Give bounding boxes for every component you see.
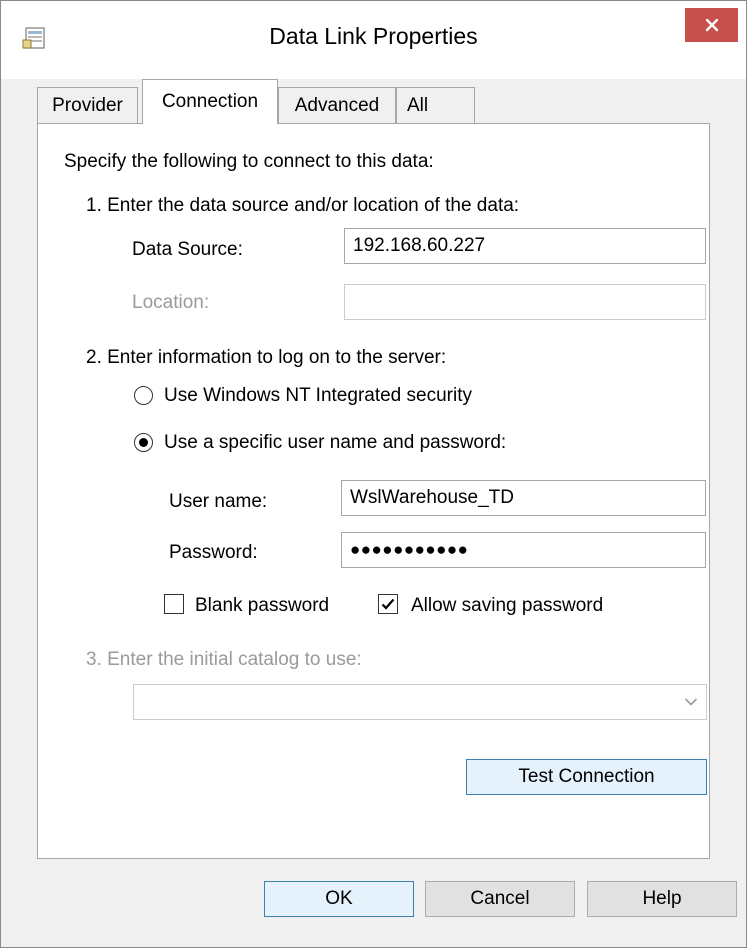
- help-button[interactable]: Help: [587, 881, 737, 917]
- location-label: Location:: [132, 292, 210, 313]
- radio-specific-user-label[interactable]: Use a specific user name and password:: [164, 432, 506, 454]
- allow-saving-password-label[interactable]: Allow saving password: [411, 595, 603, 617]
- tab-all[interactable]: All: [396, 87, 475, 123]
- data-source-label: Data Source:: [132, 239, 243, 260]
- tab-connection[interactable]: Connection: [142, 79, 278, 124]
- dialog-window: Data Link Properties Provider Connection…: [0, 0, 747, 948]
- tab-provider[interactable]: Provider: [37, 87, 138, 123]
- tab-label: All: [407, 95, 429, 116]
- ok-button[interactable]: OK: [264, 881, 414, 917]
- cancel-button[interactable]: Cancel: [425, 881, 575, 917]
- title-bar: Data Link Properties: [1, 1, 746, 79]
- radio-specific-user[interactable]: [134, 433, 153, 452]
- window-title: Data Link Properties: [269, 23, 478, 49]
- data-source-input[interactable]: 192.168.60.227: [344, 228, 706, 264]
- password-input[interactable]: ●●●●●●●●●●●: [341, 532, 706, 568]
- blank-password-checkbox[interactable]: [164, 594, 184, 614]
- chevron-down-icon: [684, 698, 698, 706]
- tab-label: Advanced: [294, 95, 380, 116]
- radio-nt-security-label[interactable]: Use Windows NT Integrated security: [164, 385, 472, 407]
- checkmark-icon: [381, 598, 395, 610]
- blank-password-label[interactable]: Blank password: [195, 595, 329, 617]
- step2-heading: 2. Enter information to log on to the se…: [86, 347, 447, 368]
- password-label: Password:: [169, 542, 258, 563]
- radio-nt-security[interactable]: [134, 386, 153, 405]
- tab-label: Provider: [52, 95, 123, 116]
- user-name-label: User name:: [169, 491, 268, 512]
- step3-heading: 3. Enter the initial catalog to use:: [86, 649, 362, 670]
- intro-text: Specify the following to connect to this…: [64, 151, 434, 172]
- close-button[interactable]: [685, 8, 738, 42]
- test-connection-button[interactable]: Test Connection: [466, 759, 707, 795]
- allow-saving-password-checkbox[interactable]: [378, 594, 398, 614]
- tab-label: Connection: [161, 91, 259, 112]
- initial-catalog-select[interactable]: [133, 684, 707, 720]
- tab-advanced[interactable]: Advanced: [278, 87, 396, 123]
- user-name-input[interactable]: WslWarehouse_TD: [341, 480, 706, 516]
- close-icon: [705, 18, 718, 32]
- step1-heading: 1. Enter the data source and/or location…: [86, 195, 520, 216]
- location-input[interactable]: [344, 284, 706, 320]
